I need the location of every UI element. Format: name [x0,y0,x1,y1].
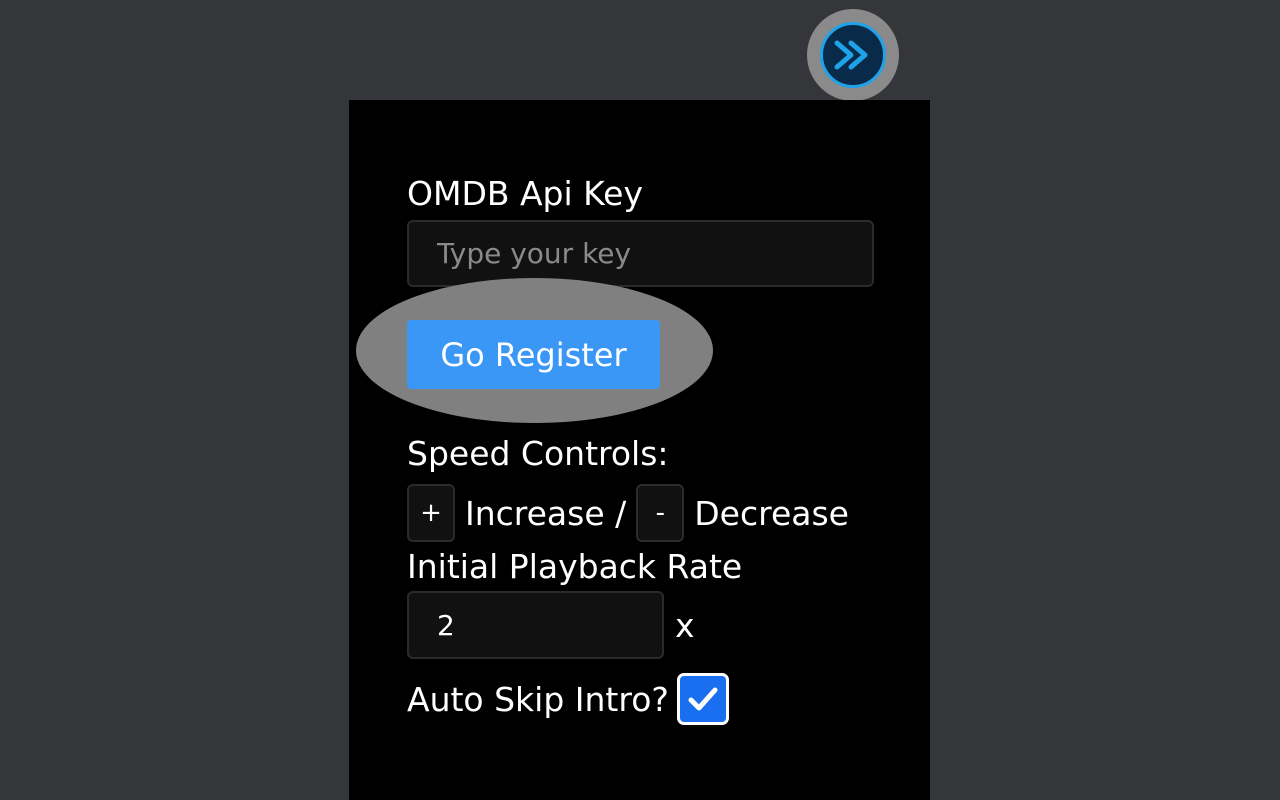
speed-controls-label: Speed Controls: [407,434,669,473]
increase-label: Increase / [465,493,627,533]
fast-forward-icon [820,22,886,88]
playback-rate-input[interactable] [407,591,664,659]
auto-skip-label: Auto Skip Intro? [407,679,669,719]
speed-controls-row: + Increase / - Decrease [407,483,859,543]
playback-rate-label: Initial Playback Rate [407,547,743,586]
decrease-label: Decrease [694,493,849,533]
settings-popup: OMDB Api Key Go Register Speed Controls:… [349,100,930,800]
extension-icon-badge[interactable] [807,9,899,101]
go-register-button[interactable]: Go Register [407,320,660,389]
auto-skip-row: Auto Skip Intro? [407,673,729,725]
playback-rate-row: x [407,591,695,659]
api-key-input[interactable] [407,220,874,287]
checkmark-icon [688,687,718,711]
api-key-label: OMDB Api Key [407,174,643,213]
auto-skip-checkbox[interactable] [676,673,729,725]
decrease-key: - [636,484,685,542]
playback-rate-unit: x [675,605,695,645]
increase-key: + [407,484,455,542]
